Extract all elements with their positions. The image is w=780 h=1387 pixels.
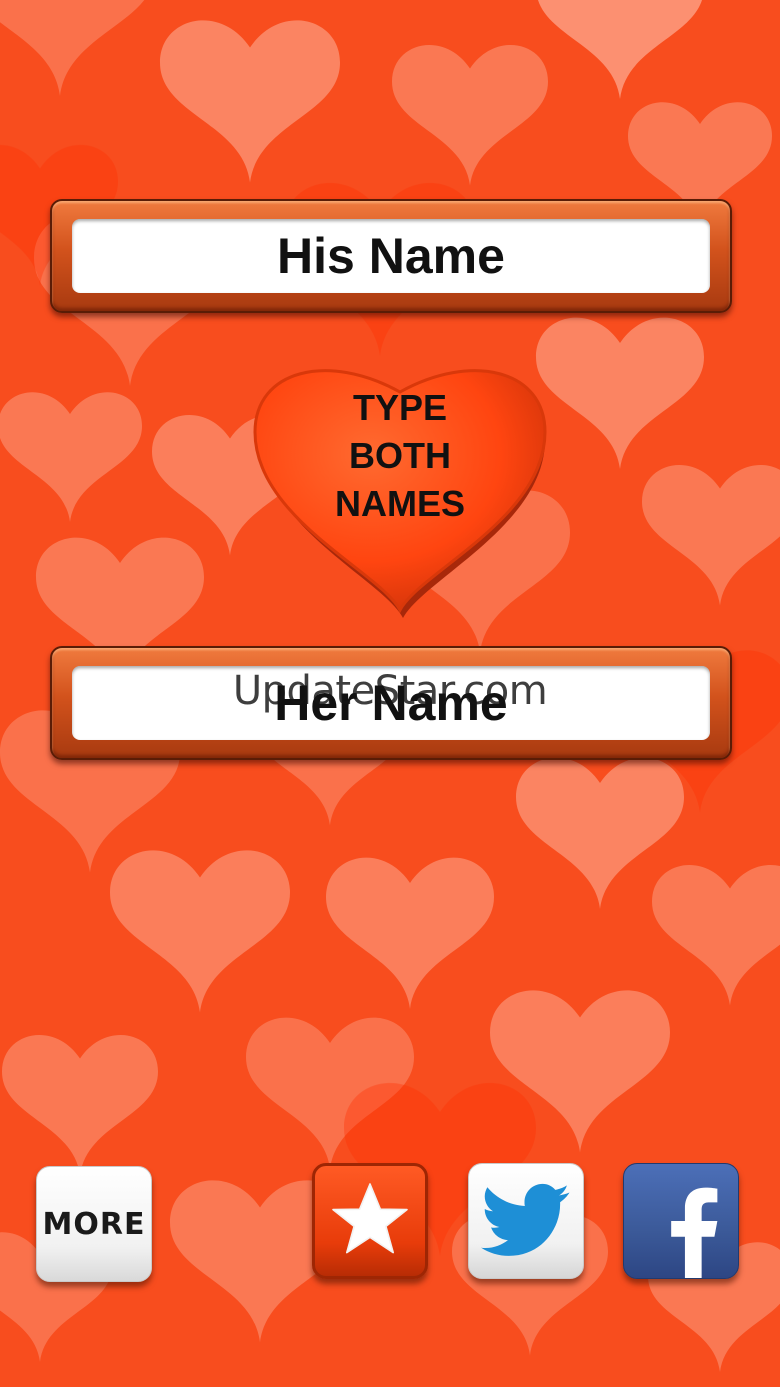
facebook-f-icon (671, 1187, 718, 1278)
more-button[interactable]: MORE (36, 1166, 152, 1282)
heart-instruction-text: TYPE BOTH NAMES (250, 384, 550, 528)
his-name-input[interactable] (72, 219, 710, 293)
star-icon (332, 1183, 408, 1254)
facebook-button[interactable] (623, 1163, 739, 1279)
heart-line-3: NAMES (334, 483, 465, 524)
twitter-bird-icon (481, 1183, 570, 1256)
her-name-input[interactable] (72, 666, 710, 740)
twitter-button[interactable] (468, 1163, 584, 1279)
her-name-frame (50, 646, 732, 760)
his-name-frame (50, 199, 732, 313)
more-button-label: MORE (42, 1206, 146, 1242)
heart-line-2: BOTH (349, 435, 451, 476)
rate-button[interactable] (312, 1163, 428, 1279)
heart-line-1: TYPE (352, 387, 448, 428)
